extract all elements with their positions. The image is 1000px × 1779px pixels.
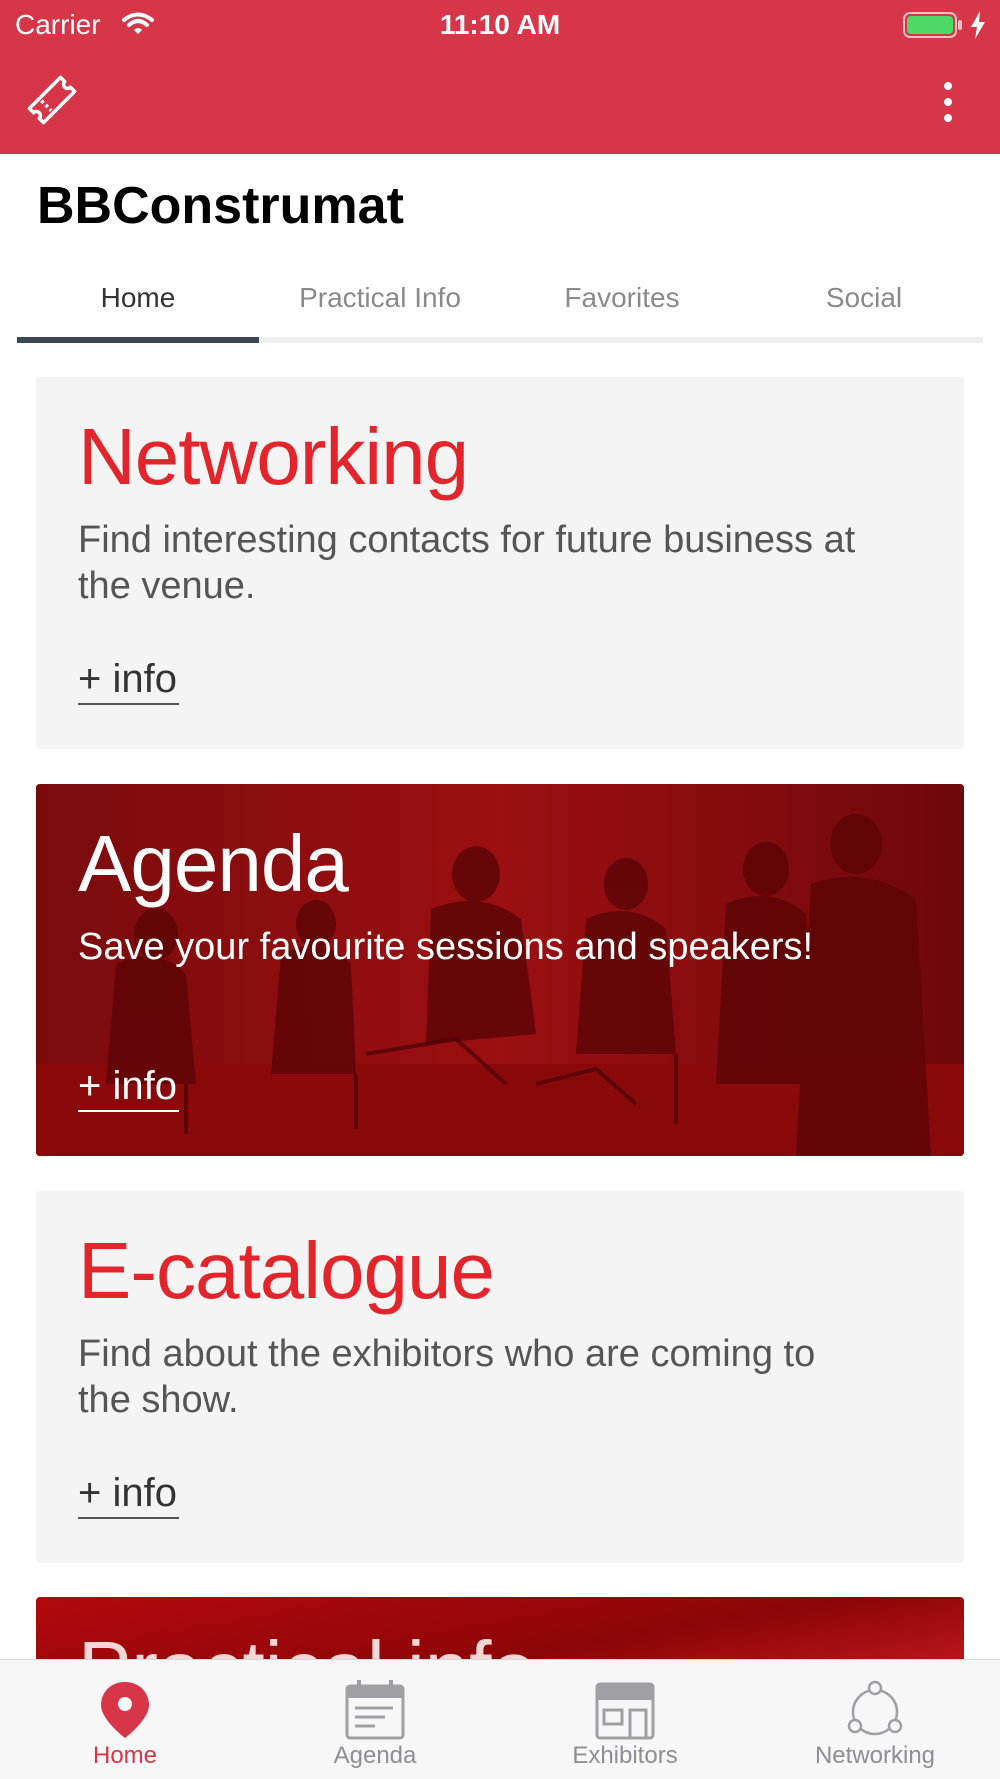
app-header: Carrier 11:10 AM	[0, 0, 1000, 154]
status-bar: Carrier 11:10 AM	[0, 0, 1000, 50]
networking-card[interactable]: Networking Find interesting contacts for…	[36, 377, 964, 749]
storefront-icon	[595, 1682, 655, 1740]
tab-active-indicator	[17, 337, 259, 343]
nav-networking-label: Networking	[814, 1742, 936, 1769]
bottom-navigation: Home Agenda Exhibitors Networking	[0, 1659, 1000, 1779]
agenda-card-title: Agenda	[78, 819, 349, 908]
networking-card-description: Find interesting contacts for future bus…	[78, 519, 856, 607]
page-title: BBConstrumat	[37, 177, 404, 235]
ecatalogue-card-description: Find about the exhibitors who are coming…	[78, 1333, 816, 1421]
tab-home[interactable]: Home	[17, 262, 259, 332]
agenda-info-link[interactable]: + info	[78, 1062, 179, 1112]
battery-icon	[903, 12, 962, 38]
top-tabs: Home Practical Info Favorites Social	[17, 262, 985, 343]
agenda-card-description: Save your favourite sessions and speaker…	[78, 926, 814, 968]
networking-info-link[interactable]: + info	[78, 655, 179, 705]
status-time: 11:10 AM	[439, 9, 561, 40]
ticket-icon[interactable]	[24, 72, 80, 128]
nav-agenda-label: Agenda	[333, 1742, 417, 1769]
map-pin-icon	[101, 1682, 149, 1738]
ecatalogue-info-link[interactable]: + info	[78, 1469, 179, 1519]
nav-exhibitors[interactable]: Exhibitors	[500, 1660, 750, 1779]
network-icon	[847, 1680, 903, 1736]
tab-practical-info[interactable]: Practical Info	[259, 262, 501, 332]
more-options-icon[interactable]	[926, 78, 970, 126]
charging-bolt-icon	[971, 11, 985, 39]
tab-favorites[interactable]: Favorites	[501, 262, 743, 332]
ecatalogue-card-title: E-catalogue	[78, 1226, 495, 1315]
nav-exhibitors-label: Exhibitors	[572, 1742, 678, 1769]
calendar-icon	[345, 1680, 405, 1740]
agenda-card[interactable]: Agenda Save your favourite sessions and …	[36, 784, 964, 1156]
nav-home-label: Home	[92, 1742, 158, 1769]
nav-networking[interactable]: Networking	[750, 1660, 1000, 1779]
nav-agenda[interactable]: Agenda	[250, 1660, 500, 1779]
tab-social[interactable]: Social	[743, 262, 985, 332]
ecatalogue-card[interactable]: E-catalogue Find about the exhibitors wh…	[36, 1191, 964, 1563]
nav-home[interactable]: Home	[0, 1660, 250, 1779]
networking-card-title: Networking	[78, 412, 469, 501]
